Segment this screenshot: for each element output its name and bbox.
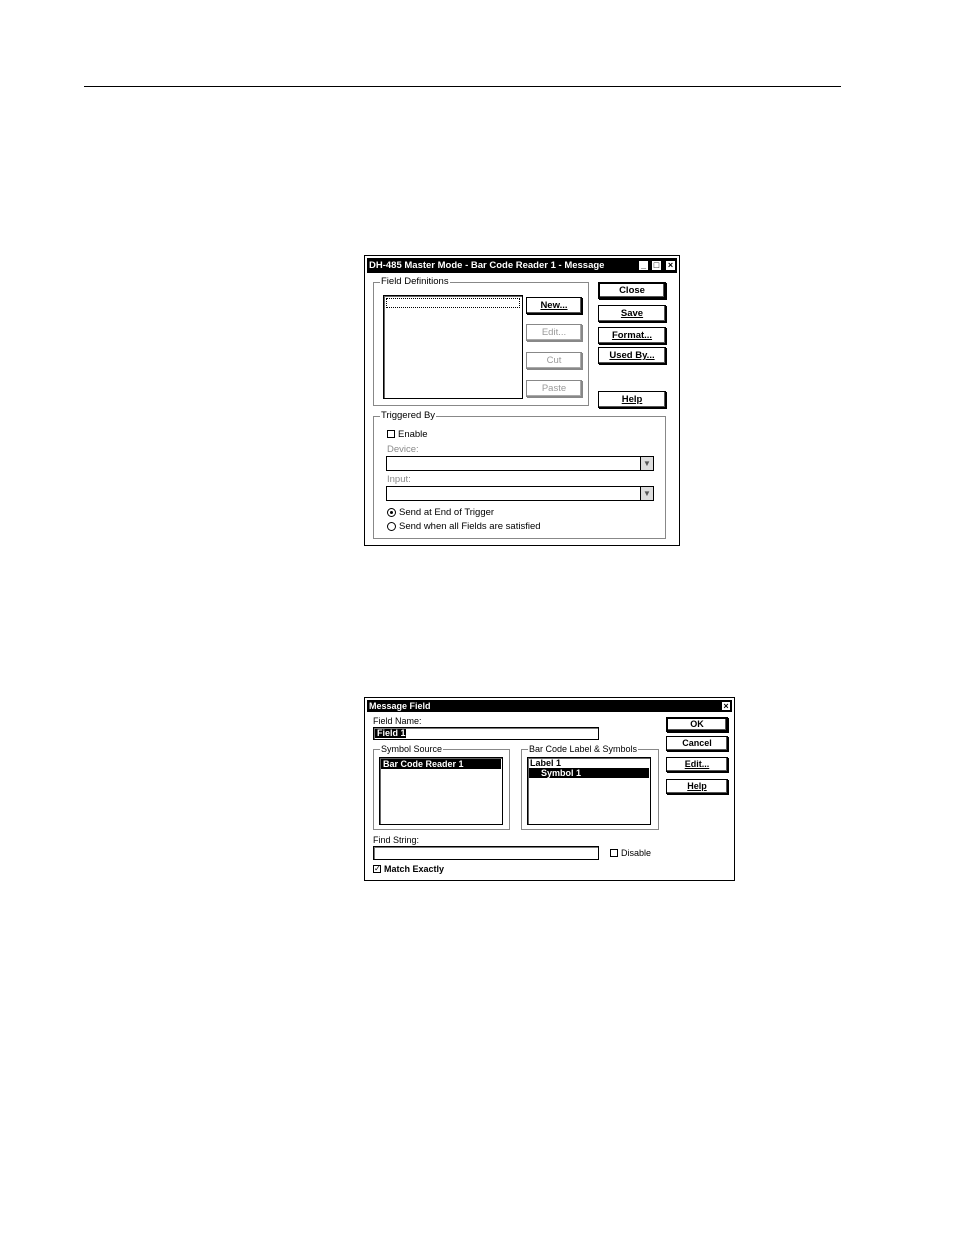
message-dialog: DH-485 Master Mode - Bar Code Reader 1 -…: [364, 255, 680, 546]
save-button[interactable]: Save: [598, 305, 666, 322]
new-button[interactable]: New...: [526, 297, 582, 314]
field-name-input[interactable]: Field 1: [373, 727, 599, 740]
message-dialog-titlebar: DH-485 Master Mode - Bar Code Reader 1 -…: [367, 258, 677, 273]
input-label: Input:: [387, 474, 411, 485]
device-label: Device:: [387, 444, 419, 455]
paste-button[interactable]: Paste: [526, 380, 582, 397]
triggered-by-legend: Triggered By: [380, 410, 437, 422]
barcode-label-symbols-list[interactable]: Label 1 Symbol 1: [527, 757, 651, 825]
list-item[interactable]: Label 1: [530, 759, 649, 768]
list-item[interactable]: Symbol 1: [529, 768, 649, 778]
find-string-input[interactable]: [373, 846, 599, 860]
input-dropdown[interactable]: ▼: [386, 486, 654, 501]
minimize-icon[interactable]: _: [638, 260, 649, 271]
field-name-value: Field 1: [375, 728, 406, 738]
used-by-button[interactable]: Used By...: [598, 347, 666, 364]
send-end-of-trigger-radio[interactable]: [387, 508, 396, 517]
enable-label: Enable: [398, 429, 428, 440]
field-definitions-legend: Field Definitions: [380, 276, 450, 288]
enable-checkbox[interactable]: [387, 430, 395, 438]
match-exactly-label: Match Exactly: [384, 864, 445, 874]
help-button[interactable]: Help: [598, 391, 666, 408]
cut-button[interactable]: Cut: [526, 352, 582, 369]
disable-checkbox[interactable]: [610, 849, 618, 857]
device-dropdown[interactable]: ▼: [386, 456, 654, 471]
message-field-titlebar: Message Field ×: [367, 700, 732, 712]
format-button[interactable]: Format...: [598, 327, 666, 344]
page-header-rule: [84, 86, 841, 87]
symbol-source-group: Symbol Source Bar Code Reader 1: [373, 743, 510, 830]
close-icon[interactable]: ×: [665, 260, 676, 271]
message-field-dialog: Message Field × Field Name: Field 1 Symb…: [364, 697, 735, 881]
edit-button[interactable]: Edit...: [526, 324, 582, 341]
maximize-icon[interactable]: □: [651, 260, 662, 271]
close-button[interactable]: Close: [598, 282, 666, 299]
send-all-fields-label: Send when all Fields are satisfied: [399, 521, 541, 532]
ok-button[interactable]: OK: [666, 717, 728, 732]
send-all-fields-radio[interactable]: [387, 522, 396, 531]
match-exactly-checkbox[interactable]: ✓: [373, 865, 381, 873]
disable-label: Disable: [621, 848, 652, 858]
message-dialog-title: DH-485 Master Mode - Bar Code Reader 1 -…: [369, 260, 605, 271]
cancel-button[interactable]: Cancel: [666, 736, 728, 751]
field-definitions-list[interactable]: [383, 295, 523, 399]
chevron-down-icon[interactable]: ▼: [640, 457, 653, 470]
help-button[interactable]: Help: [666, 779, 728, 794]
send-end-of-trigger-label: Send at End of Trigger: [399, 507, 495, 518]
close-icon[interactable]: ×: [721, 701, 731, 711]
message-field-title: Message Field: [369, 701, 431, 711]
field-name-label: Field Name:: [373, 716, 422, 726]
edit-button[interactable]: Edit...: [666, 757, 728, 772]
find-string-label: Find String:: [373, 835, 420, 845]
list-item[interactable]: Bar Code Reader 1: [381, 759, 501, 769]
triggered-by-group: Triggered By Enable Device: ▼ Input: ▼ S…: [373, 410, 666, 539]
symbol-source-legend: Symbol Source: [380, 743, 444, 755]
chevron-down-icon[interactable]: ▼: [640, 487, 653, 500]
symbol-source-list[interactable]: Bar Code Reader 1: [379, 757, 503, 825]
barcode-label-symbols-legend: Bar Code Label & Symbols: [528, 743, 639, 755]
field-definitions-group: Field Definitions New... Edit... Cut Pas…: [373, 276, 589, 406]
list-focus-row: [386, 298, 520, 308]
barcode-label-symbols-group: Bar Code Label & Symbols Label 1 Symbol …: [521, 743, 659, 830]
